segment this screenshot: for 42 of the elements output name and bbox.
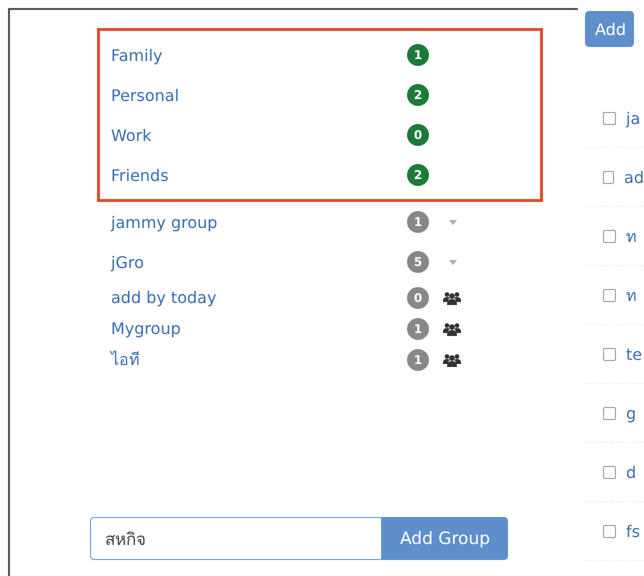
caret-icon[interactable] (449, 220, 457, 224)
group-link[interactable]: add by today (111, 288, 407, 307)
count-badge: 2 (407, 164, 429, 186)
item-link[interactable]: ท (626, 282, 637, 308)
people-icon (443, 290, 461, 304)
checkbox[interactable] (603, 524, 616, 538)
item-link[interactable]: ad (624, 168, 644, 186)
count-badge: 1 (407, 44, 429, 66)
people-icon (443, 322, 461, 336)
checkbox[interactable] (603, 406, 616, 420)
item-link[interactable]: d (626, 462, 636, 482)
count-badge: 1 (407, 211, 429, 233)
item-link[interactable]: ja (626, 108, 640, 128)
checkbox[interactable] (603, 112, 616, 124)
item-link[interactable]: te (626, 344, 642, 364)
add-button[interactable]: Add (585, 11, 634, 47)
checkbox[interactable] (603, 230, 616, 242)
group-name-field[interactable]: สหกิจ (90, 517, 382, 560)
group-link[interactable]: Family (111, 46, 407, 64)
group-link[interactable]: jGro (111, 252, 407, 272)
count-badge: 0 (407, 286, 429, 308)
count-badge: 1 (407, 348, 429, 370)
checkbox[interactable] (603, 288, 616, 302)
people-icon (443, 352, 461, 366)
group-link[interactable]: Friends (111, 166, 407, 184)
add-group-button[interactable]: Add Group (382, 517, 508, 560)
checkbox[interactable] (603, 348, 616, 360)
count-badge: 2 (407, 84, 429, 106)
group-link[interactable]: Mygroup (111, 319, 407, 338)
caret-icon[interactable] (449, 260, 457, 264)
item-link[interactable]: ท (626, 224, 637, 248)
item-link[interactable]: fs (626, 522, 640, 540)
group-link[interactable]: Personal (111, 86, 407, 104)
group-link[interactable]: ไอที (111, 347, 407, 372)
count-badge: 1 (407, 318, 429, 340)
count-badge: 5 (407, 251, 429, 273)
checkbox[interactable] (603, 466, 616, 478)
count-badge: 0 (407, 124, 429, 146)
checkbox[interactable] (603, 170, 614, 184)
group-link[interactable]: jammy group (111, 212, 407, 232)
item-link[interactable]: g (626, 404, 636, 422)
group-link[interactable]: Work (111, 126, 407, 144)
